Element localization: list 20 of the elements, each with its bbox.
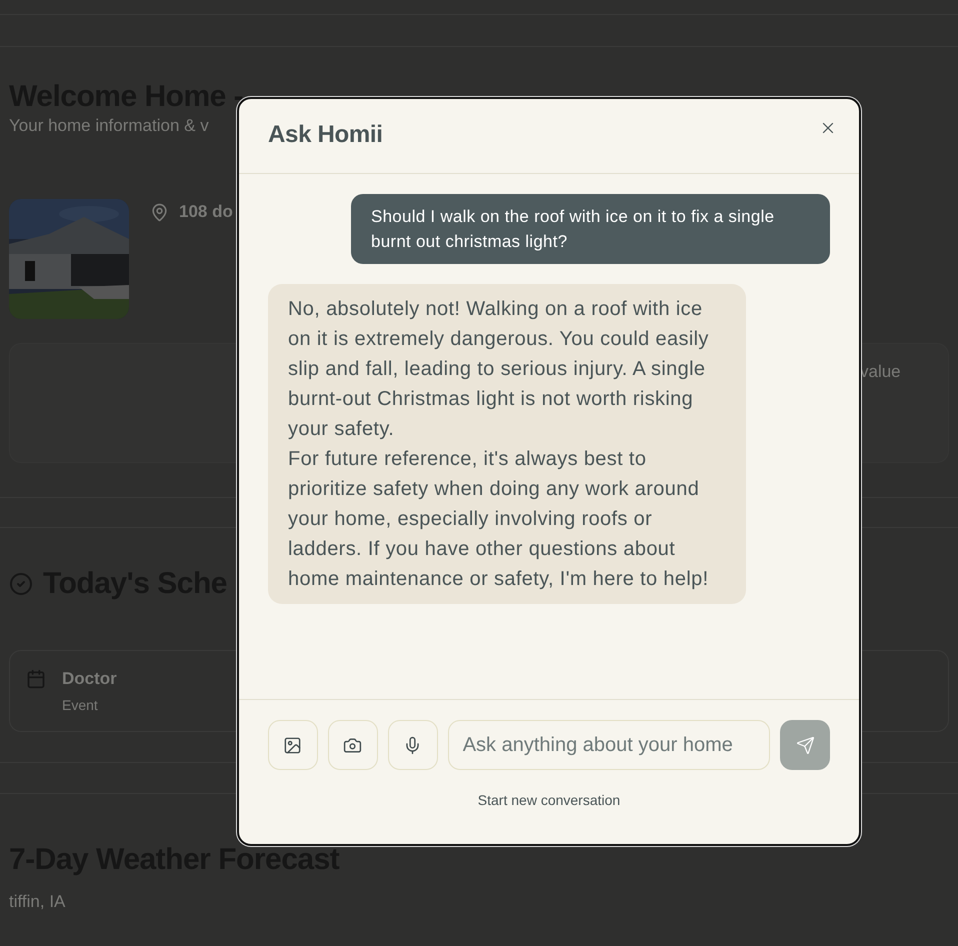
image-upload-button[interactable]	[268, 720, 318, 770]
page-subtitle: Your home information & v	[9, 115, 209, 137]
send-icon	[796, 736, 815, 754]
address-text: 108 do	[179, 202, 233, 222]
message-input[interactable]: Ask anything about your home	[448, 720, 770, 770]
event-name: Doctor	[62, 669, 117, 689]
user-message: Should I walk on the roof with ice on it to fix a single burnt out christmas light?	[351, 194, 830, 264]
value-label: value	[860, 362, 901, 382]
new-conversation-link[interactable]: Start new conversation	[478, 792, 620, 808]
camera-icon	[343, 736, 362, 754]
event-type: Event	[62, 697, 99, 713]
dialog-title: Ask Homii	[268, 121, 383, 149]
calendar-icon	[26, 669, 46, 689]
location-text: tiffin, IA	[9, 892, 66, 912]
camera-button[interactable]	[328, 720, 378, 770]
assistant-message: No, absolutely not! Walking on a roof with ice on it is extremely dangerous. You could easily slip and fall, leading to serious injury. A single burnt-out Christmas light is not worth risking your safety. For future reference, it's always best to prioritize safety when doing any work around your home, especially involving roofs or ladders. If you have other questions about home maintenance or safety, I'm here to help!	[268, 284, 746, 604]
microphone-button[interactable]	[388, 720, 438, 770]
location-pin-icon	[150, 202, 169, 222]
check-circle-icon	[9, 572, 33, 596]
image-icon	[283, 736, 302, 754]
